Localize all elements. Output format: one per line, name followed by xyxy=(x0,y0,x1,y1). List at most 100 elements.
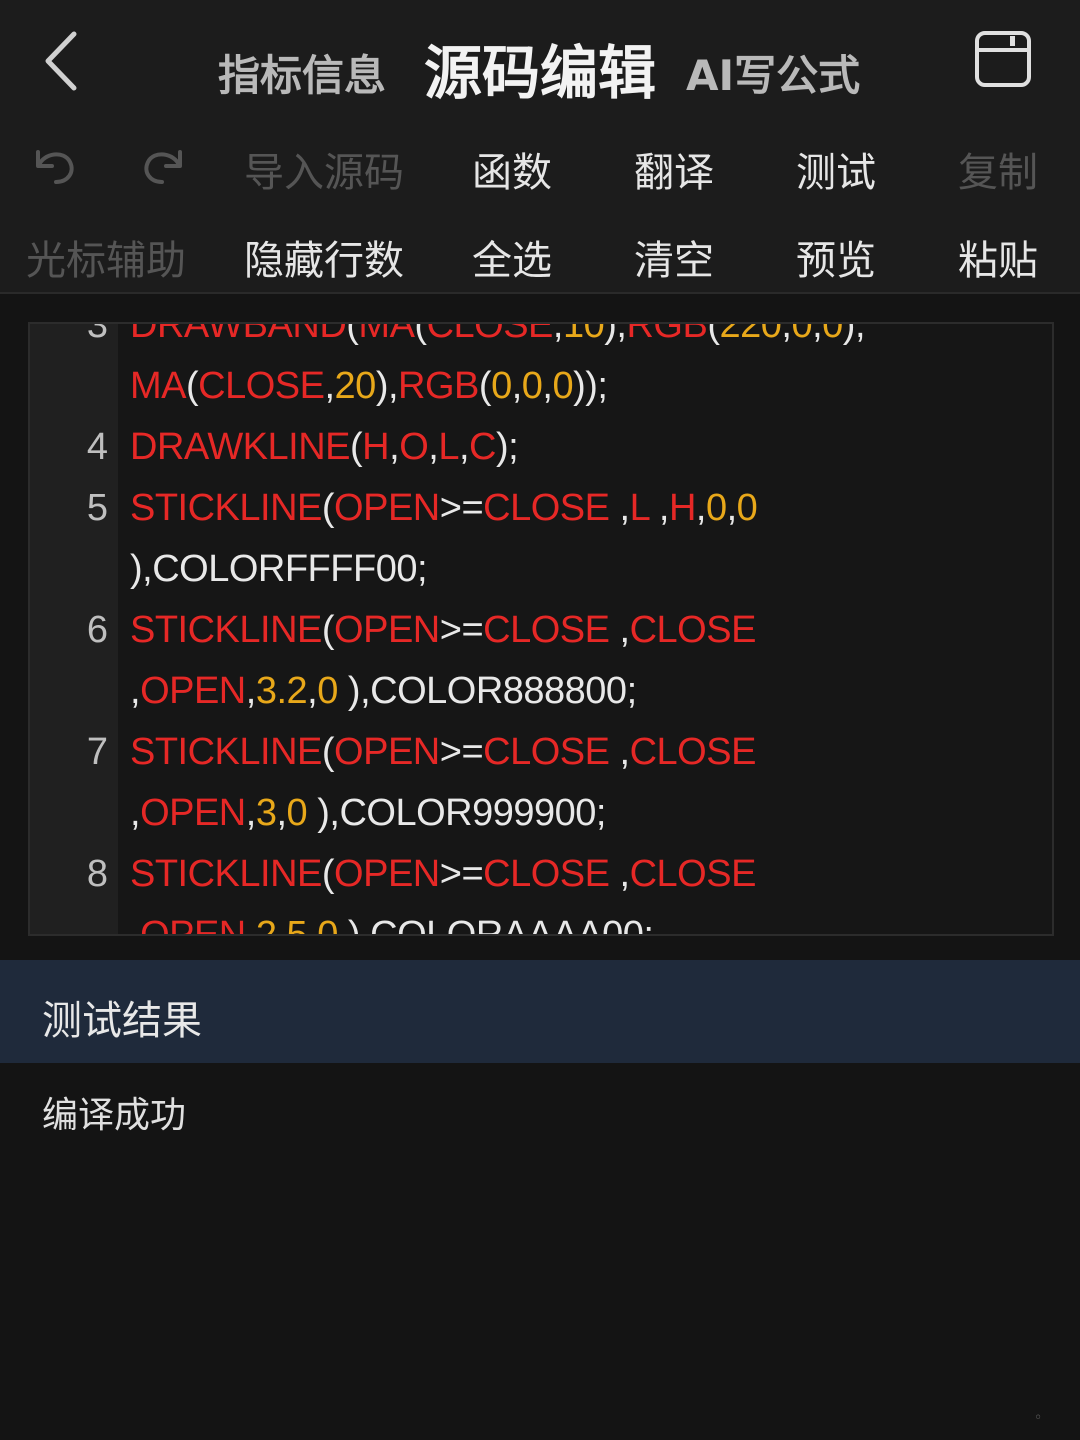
save-icon[interactable] xyxy=(974,30,1032,88)
code-token: L xyxy=(438,426,459,468)
code-token: O xyxy=(399,426,429,468)
cursor-assist-button[interactable]: 光标辅助 xyxy=(26,228,186,286)
translate-button[interactable]: 翻译 xyxy=(594,140,754,198)
code-token: 2.5 xyxy=(255,914,308,936)
code-token: OPEN xyxy=(334,609,440,651)
code-token: ),COLOR888800; xyxy=(337,670,637,712)
code-token: >= xyxy=(439,731,484,773)
redo-icon[interactable] xyxy=(138,138,188,188)
code-token: DRAWBAND xyxy=(130,322,347,346)
code-editor[interactable]: 3 DRAWBAND(MA(CLOSE,10),RGB(220,0,0), MA(C… xyxy=(28,322,1054,936)
code-token: , xyxy=(781,322,792,346)
code-token: CLOSE xyxy=(629,609,757,651)
line-number: 4 xyxy=(86,426,108,468)
code-token: CLOSE xyxy=(198,365,325,407)
code-token: STICKLINE xyxy=(130,609,322,651)
code-token: ( xyxy=(346,322,359,346)
code-line[interactable]: MA(CLOSE,20),RGB(0,0,0)); xyxy=(30,357,1052,418)
paste-button[interactable]: 粘贴 xyxy=(918,228,1078,286)
code-token: 0 xyxy=(317,670,338,712)
code-text: MA(CLOSE,20),RGB(0,0,0)); xyxy=(130,365,608,408)
code-token: , xyxy=(609,853,631,895)
tab-source-edit[interactable]: 源码编辑 xyxy=(424,26,656,110)
code-token: ( xyxy=(478,365,492,407)
code-token: , xyxy=(542,365,553,407)
code-text: ,OPEN,3,0 ),COLOR999900; xyxy=(130,792,606,835)
code-line[interactable]: ,OPEN,2.5,0 ),COLORAAAA00; xyxy=(30,906,1052,936)
select-all-button[interactable]: 全选 xyxy=(432,228,592,286)
code-token: ),COLOR999900; xyxy=(307,792,606,834)
code-token: OPEN xyxy=(334,487,440,529)
import-source-button[interactable]: 导入源码 xyxy=(244,140,404,198)
preview-button[interactable]: 预览 xyxy=(756,228,916,286)
code-token: ); xyxy=(495,426,519,468)
functions-button[interactable]: 函数 xyxy=(432,140,592,198)
code-token: 20 xyxy=(334,365,377,407)
code-token: C xyxy=(469,426,496,468)
code-line[interactable]: 8 STICKLINE(OPEN>=CLOSE ,CLOSE xyxy=(30,845,1052,906)
code-token: ( xyxy=(350,426,363,468)
code-token: ( xyxy=(707,322,720,346)
code-token: , xyxy=(609,731,631,773)
top-panel: 指标信息 源码编辑 AI写公式 导入源码 函数 翻译 测试 复制 光标辅助 隐藏… xyxy=(0,0,1080,292)
code-text: ,OPEN,3.2,0 ),COLOR888800; xyxy=(130,670,637,713)
code-token: H xyxy=(668,487,696,529)
code-line[interactable]: ,OPEN,3.2,0 ),COLOR888800; xyxy=(30,662,1052,723)
code-token: STICKLINE xyxy=(130,487,322,529)
code-token: CLOSE xyxy=(483,853,610,895)
code-token: ( xyxy=(321,853,335,895)
line-number: 5 xyxy=(86,487,108,529)
code-token: ( xyxy=(321,609,335,651)
code-token: 0 xyxy=(491,365,512,407)
code-token: , xyxy=(130,792,141,834)
copy-button[interactable]: 复制 xyxy=(918,140,1078,198)
hide-line-numbers-button[interactable]: 隐藏行数 xyxy=(244,228,404,286)
code-token: , xyxy=(245,792,257,834)
code-text: STICKLINE(OPEN>=CLOSE ,CLOSE xyxy=(130,731,756,774)
test-button[interactable]: 测试 xyxy=(756,140,916,198)
code-token: , xyxy=(276,792,287,834)
code-token: , xyxy=(812,322,823,346)
code-token: , xyxy=(648,487,670,529)
line-number: 6 xyxy=(86,609,108,651)
code-line[interactable]: ),COLORFFFF00; xyxy=(30,540,1052,601)
code-text: ),COLORFFFF00; xyxy=(130,548,428,591)
code-token: , xyxy=(307,670,318,712)
code-token: CLOSE xyxy=(629,731,757,773)
tab-ai-formula[interactable]: AI写公式 xyxy=(686,42,860,103)
code-line[interactable]: 6 STICKLINE(OPEN>=CLOSE ,CLOSE xyxy=(30,601,1052,662)
test-result-title: 测试结果 xyxy=(42,998,202,1044)
code-token: , xyxy=(726,487,738,529)
code-line[interactable]: 4 DRAWKLINE(H,O,L,C); xyxy=(30,418,1052,479)
code-token: MA xyxy=(358,322,415,346)
code-token: CLOSE xyxy=(483,487,610,529)
code-token: 0 xyxy=(286,792,308,834)
code-token: STICKLINE xyxy=(130,731,322,773)
code-token: , xyxy=(245,670,257,712)
code-token: , xyxy=(609,487,631,529)
code-line[interactable]: 5 STICKLINE(OPEN>=CLOSE ,L ,H,0,0 xyxy=(30,479,1052,540)
code-token: , xyxy=(552,322,564,346)
code-token: CLOSE xyxy=(629,853,757,895)
code-text: ,OPEN,2.5,0 ),COLORAAAA00; xyxy=(130,914,654,936)
code-token: ),COLORAAAA00; xyxy=(337,914,654,936)
clear-button[interactable]: 清空 xyxy=(594,228,754,286)
code-text: STICKLINE(OPEN>=CLOSE ,L ,H,0,0 xyxy=(130,487,758,530)
code-token: , xyxy=(511,365,523,407)
tab-indicator-info[interactable]: 指标信息 xyxy=(218,42,386,103)
code-line[interactable]: ,OPEN,3,0 ),COLOR999900; xyxy=(30,784,1052,845)
code-token: H xyxy=(362,426,390,468)
code-token: , xyxy=(609,609,631,651)
code-text: DRAWKLINE(H,O,L,C); xyxy=(130,426,519,469)
code-token: ( xyxy=(414,322,427,346)
compile-status-text: 编译成功 xyxy=(42,1095,187,1136)
code-line[interactable]: 3 DRAWBAND(MA(CLOSE,10),RGB(220,0,0), xyxy=(30,322,1052,357)
code-token: 0 xyxy=(791,322,813,346)
code-line[interactable]: 7 STICKLINE(OPEN>=CLOSE ,CLOSE xyxy=(30,723,1052,784)
code-text: STICKLINE(OPEN>=CLOSE ,CLOSE xyxy=(130,609,756,652)
undo-icon[interactable] xyxy=(30,138,80,188)
code-token: OPEN xyxy=(140,792,246,834)
code-token: 3.2 xyxy=(255,670,308,712)
code-token: , xyxy=(307,914,318,936)
code-token: CLOSE xyxy=(483,731,610,773)
